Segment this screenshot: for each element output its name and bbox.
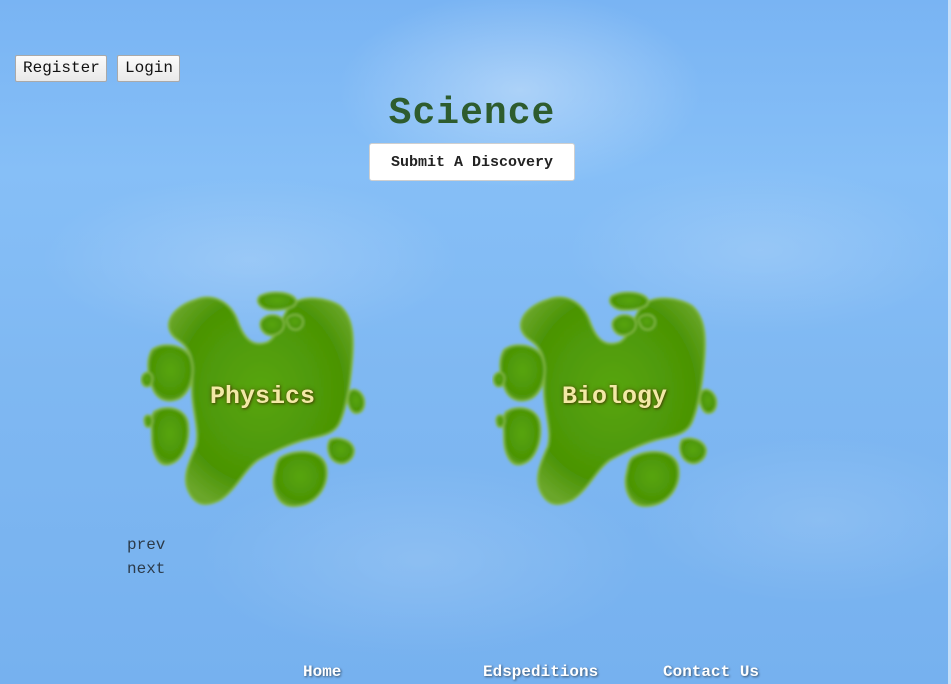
register-button[interactable]: Register bbox=[15, 55, 107, 82]
island-biology[interactable]: Biology bbox=[492, 290, 737, 510]
submit-discovery-button[interactable]: Submit A Discovery bbox=[369, 143, 575, 181]
footer-link-home[interactable]: Home bbox=[303, 663, 341, 681]
island-label-biology: Biology bbox=[561, 382, 668, 411]
login-button[interactable]: Login bbox=[117, 55, 180, 82]
footer-link-contact[interactable]: Contact Us bbox=[663, 663, 759, 681]
next-link[interactable]: next bbox=[127, 560, 165, 578]
island-label-physics: Physics bbox=[209, 382, 316, 411]
island-physics[interactable]: Physics bbox=[140, 290, 385, 510]
prev-link[interactable]: prev bbox=[127, 536, 165, 554]
footer-link-edspeditions[interactable]: Edspeditions bbox=[483, 663, 598, 681]
page-title: Science bbox=[388, 92, 556, 135]
